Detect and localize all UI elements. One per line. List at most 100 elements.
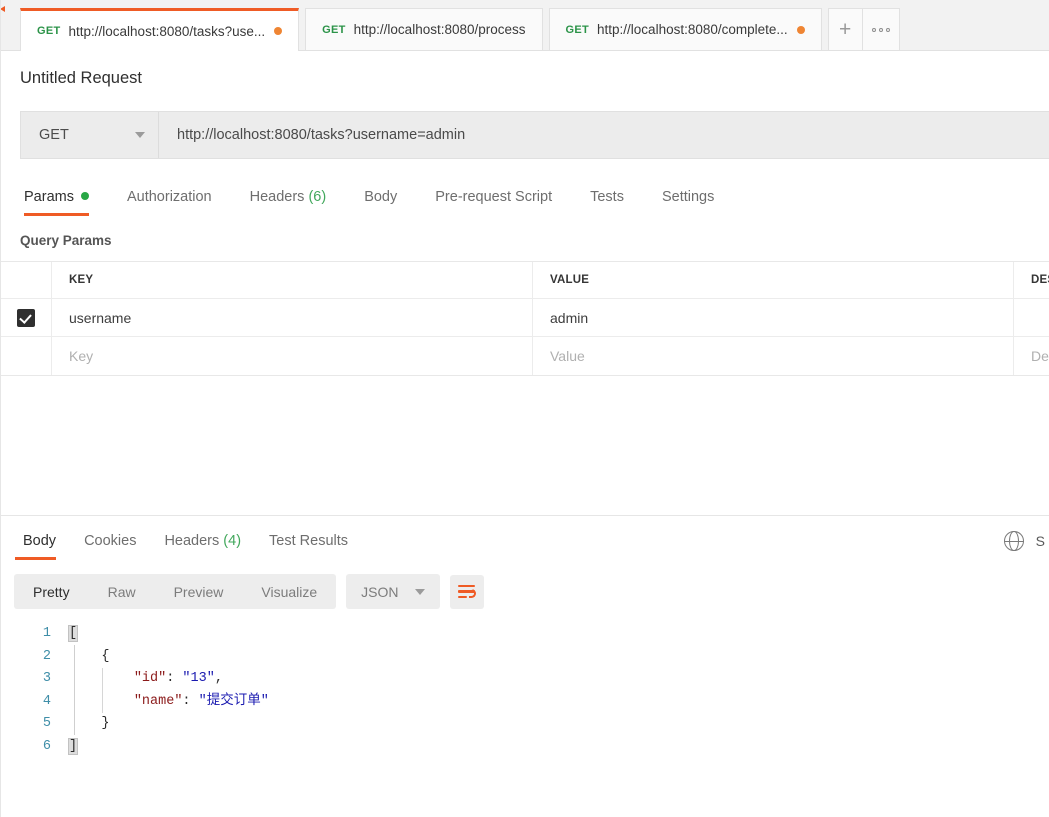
header-description: DESCRIPTION: [1031, 274, 1049, 286]
code-line-1: [: [67, 623, 269, 646]
url-bar: GET http://localhost:8080/tasks?username…: [20, 111, 1049, 159]
line-number: 2: [42, 648, 51, 664]
row-enabled-checkbox[interactable]: [17, 308, 35, 327]
http-method-select[interactable]: GET: [21, 112, 159, 158]
request-tab-2[interactable]: GET http://localhost:8080/process: [305, 8, 543, 50]
wrap-text-icon-line-1: [458, 584, 476, 588]
plus-icon: +: [839, 18, 852, 41]
response-tab-cookies[interactable]: Cookies: [70, 533, 150, 560]
response-tab-headers[interactable]: Headers (4): [150, 533, 255, 560]
unsaved-indicator-dot: [796, 25, 805, 34]
indent-guide: [102, 668, 103, 713]
tab-body-label: Body: [364, 189, 398, 205]
response-tab-headers-label: Headers: [164, 533, 220, 549]
json-key-id: "id": [133, 671, 167, 687]
request-tab-3[interactable]: GET http://localhost:8080/complete...: [548, 8, 822, 50]
wrap-text-icon-arrow: [469, 589, 477, 599]
line-number: 1: [42, 626, 51, 641]
tab-params[interactable]: Params: [20, 189, 108, 216]
line-number: 3: [42, 671, 51, 687]
tab-settings[interactable]: Settings: [643, 189, 733, 216]
table-row-placeholder: Key Value Description: [1, 337, 1049, 375]
code-line-4: "name": "提交订单": [133, 693, 269, 709]
response-tab-headers-count: (4): [223, 533, 242, 549]
query-params-heading: Query Params: [20, 233, 112, 248]
table-row: username admin: [1, 299, 1049, 337]
url-input[interactable]: http://localhost:8080/tasks?username=adm…: [159, 112, 1049, 158]
code-line-6: ]: [67, 736, 269, 759]
new-row-value-input[interactable]: Value: [533, 337, 1014, 375]
http-method-label: GET: [39, 127, 69, 143]
tab-method-label: GET: [322, 23, 346, 36]
row-enable-cell: [1, 299, 52, 336]
table-header-row: KEY VALUE DESCRIPTION: [1, 262, 1049, 299]
json-key-name: "name": [133, 693, 183, 709]
response-tab-test-results[interactable]: Test Results: [255, 533, 362, 560]
response-tab-body-label: Body: [23, 533, 57, 549]
tab-method-label: GET: [37, 25, 61, 37]
chevron-down-icon: [135, 132, 145, 138]
wrap-text-icon-line-2: [458, 589, 477, 599]
response-section-tabs: Body Cookies Headers (4) Test Results S: [1, 516, 1049, 560]
response-tab-test-results-label: Test Results: [269, 533, 349, 549]
tab-headers-label: Headers: [249, 189, 305, 205]
tab-pre-request-script[interactable]: Pre-request Script: [416, 189, 571, 216]
response-body-toolbar: Pretty Raw Preview Visualize JSON: [1, 6, 1049, 609]
tab-url-label: http://localhost:8080/tasks?use...: [68, 23, 266, 39]
tab-params-label: Params: [24, 189, 74, 205]
tab-body[interactable]: Body: [345, 189, 416, 216]
chevron-down-icon: [414, 588, 425, 595]
response-tab-body[interactable]: Body: [9, 533, 70, 560]
page-title: Untitled Request: [20, 69, 142, 87]
new-tab-button[interactable]: +: [827, 8, 863, 50]
tab-headers[interactable]: Headers (6): [231, 189, 346, 216]
tab-tests[interactable]: Tests: [571, 189, 643, 216]
request-pane-empty-space: [1, 376, 1049, 515]
view-raw-button[interactable]: Raw: [89, 574, 155, 609]
row-value-input[interactable]: admin: [533, 299, 1014, 336]
tab-headers-count: (6): [308, 189, 327, 205]
code-line-3: "id": "13",: [133, 671, 223, 687]
json-value-name: "提交订单": [198, 693, 269, 709]
line-number: 4: [42, 693, 51, 709]
code-line-5: }: [69, 716, 110, 732]
request-section-tabs: Params Authorization Headers (6) Body Pr…: [20, 181, 1049, 216]
postman-window: GET http://localhost:8080/tasks?use... G…: [0, 0, 1049, 817]
view-preview-button[interactable]: Preview: [155, 574, 243, 609]
request-tab-1[interactable]: GET http://localhost:8080/tasks?use...: [20, 8, 300, 51]
row-key-input[interactable]: username: [52, 299, 533, 336]
header-value: VALUE: [533, 262, 1014, 298]
header-key: KEY: [52, 262, 533, 298]
tab-pre-request-script-label: Pre-request Script: [435, 189, 553, 205]
params-active-dot-icon: [80, 192, 89, 200]
globe-icon[interactable]: [1003, 531, 1024, 551]
row-description-input[interactable]: [1014, 299, 1049, 336]
response-format-label: JSON: [361, 583, 399, 600]
tab-authorization-label: Authorization: [126, 189, 212, 205]
response-format-select[interactable]: JSON: [346, 574, 440, 609]
tab-url-label: http://localhost:8080/process: [353, 22, 526, 37]
new-row-key-input[interactable]: Key: [52, 337, 533, 375]
view-visualize-button[interactable]: Visualize: [242, 574, 336, 609]
request-tab-bar: GET http://localhost:8080/tasks?use... G…: [1, 0, 1049, 51]
response-actions: S: [1003, 531, 1049, 551]
json-close-bracket: ]: [67, 737, 79, 755]
query-params-table: KEY VALUE DESCRIPTION username admin Key…: [1, 261, 1049, 376]
view-pretty-button[interactable]: Pretty: [14, 574, 89, 609]
code-content[interactable]: [ { "id": "13", "name": "提交订单" } ]: [63, 623, 269, 759]
line-number: 6: [42, 738, 51, 754]
code-line-2: {: [69, 648, 110, 664]
response-tab-cookies-label: Cookies: [84, 533, 137, 549]
indent-guide: [74, 645, 75, 735]
tab-url-label: http://localhost:8080/complete...: [597, 22, 788, 37]
new-row-description-input[interactable]: Description: [1014, 337, 1049, 375]
line-number: 5: [42, 716, 51, 732]
tab-tests-label: Tests: [590, 189, 624, 205]
wrap-text-button[interactable]: [1, 6, 484, 609]
tab-options-button[interactable]: [862, 8, 900, 50]
response-view-switcher: Pretty Raw Preview Visualize: [14, 574, 337, 609]
wrap-text-icon-line-3: [1, 6, 468, 599]
save-response-button[interactable]: S: [1036, 533, 1045, 549]
tab-authorization[interactable]: Authorization: [108, 189, 231, 216]
header-checkbox-cell: [1, 262, 52, 298]
